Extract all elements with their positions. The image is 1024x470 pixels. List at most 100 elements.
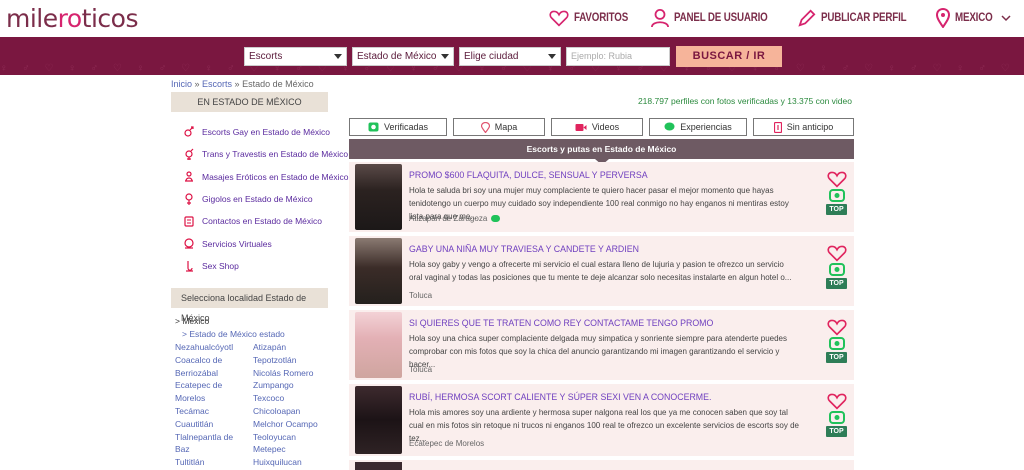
sidebar-link-label: Masajes Eróticos en Estado de México: [202, 171, 349, 182]
sidebar-link-contactos[interactable]: Contactos en Estado de México: [184, 210, 348, 232]
loc-country[interactable]: > Mexico: [175, 315, 333, 328]
money-icon: [773, 121, 782, 133]
category-select[interactable]: Escorts: [244, 47, 347, 66]
heart-icon[interactable]: [827, 170, 847, 188]
locality-link[interactable]: Teoloyucan: [253, 431, 333, 444]
locality-link[interactable]: Morelos: [175, 392, 253, 405]
locality-link[interactable]: Atizapán: [253, 341, 333, 354]
locality-link[interactable]: Texcoco: [253, 392, 333, 405]
locality-link[interactable]: Baz: [175, 443, 253, 456]
ad-title[interactable]: SI QUIERES QUE TE TRATEN COMO REY CONTAC…: [409, 318, 713, 328]
ad-listing[interactable]: [349, 460, 854, 470]
ad-city: Ecatepec de Morelos: [409, 439, 484, 448]
sidebar-link-label: Servicios Virtuales: [202, 238, 272, 249]
sidebar-link-gay[interactable]: Escorts Gay en Estado de México: [184, 121, 348, 143]
filter-experiencias[interactable]: Experiencias: [649, 118, 747, 136]
top-badge: TOP: [826, 278, 847, 289]
ad-photo[interactable]: [355, 386, 402, 454]
ad-photo[interactable]: [355, 164, 402, 230]
pencil-icon: [798, 9, 816, 27]
site-logo[interactable]: mileroticos: [6, 4, 139, 33]
ad-listing[interactable]: GABY UNA NIÑA MUY TRAVIESA Y CANDETE Y A…: [349, 236, 854, 306]
sidebar-link-gigolos[interactable]: Gigolos en Estado de México: [184, 188, 348, 210]
filter-sin-anticipo[interactable]: Sin anticipo: [753, 118, 854, 136]
locality-link[interactable]: Metepec: [253, 443, 333, 456]
heart-icon: [549, 10, 569, 27]
ad-photo[interactable]: [355, 238, 402, 304]
breadcrumb-category[interactable]: Escorts: [202, 79, 232, 89]
user-icon: [651, 8, 670, 28]
camera-verified-icon: [829, 189, 845, 202]
locality-link[interactable]: Cuautitlán: [175, 418, 253, 431]
top-header: mileroticos FAVORITOS PANEL DE USUARIO P…: [0, 0, 1024, 37]
filter-label: Sin anticipo: [786, 122, 834, 132]
list-title: Escorts y putas en Estado de México: [526, 144, 677, 154]
locality-link[interactable]: Berriozábal: [175, 367, 253, 380]
locality-link[interactable]: Coacalco de: [175, 354, 253, 367]
ad-title[interactable]: PROMO $600 FLAQUITA, DULCE, SENSUAL Y PE…: [409, 170, 648, 180]
city-select[interactable]: Elige ciudad: [459, 47, 561, 66]
ad-city-label: Toluca: [409, 365, 433, 374]
ad-photo[interactable]: [355, 462, 402, 470]
filter-videos[interactable]: Videos: [551, 118, 643, 136]
breadcrumb-home[interactable]: Inicio: [171, 79, 192, 89]
locality-link[interactable]: Tlalnepantla de: [175, 431, 253, 444]
ad-description: Hola soy gaby y vengo a ofrecerte mi ser…: [409, 260, 792, 282]
locality-grid: Nezahualcóyotl Atizapán Coacalco de Tepotzo…: [175, 341, 333, 469]
locality-link[interactable]: Ecatepec de: [175, 379, 253, 392]
top-nav: FAVORITOS PANEL DE USUARIO PUBLICAR PERF…: [535, 8, 1016, 28]
city-select-value: Elige ciudad: [464, 51, 519, 62]
contacts-icon: [184, 216, 194, 227]
nav-publicar-perfil-label: PUBLICAR PERFIL: [821, 12, 907, 24]
nav-favoritos[interactable]: FAVORITOS: [549, 9, 638, 27]
locality-link[interactable]: Nicolás Romero: [253, 367, 333, 380]
list-title-bar: Escorts y putas en Estado de México: [349, 139, 854, 165]
search-input[interactable]: Ejemplo: Rubia: [566, 47, 670, 66]
locality-link[interactable]: Huixquilucan: [253, 456, 333, 469]
breadcrumb-sep: »: [232, 79, 243, 89]
ad-listing[interactable]: SI QUIERES QUE TE TRATEN COMO REY CONTAC…: [349, 310, 854, 380]
locality-link[interactable]: Tepotzotlán: [253, 354, 333, 367]
sidebar-link-virtuales[interactable]: Servicios Virtuales: [184, 232, 348, 254]
ad-city-label: Atizapán de Zaragoza: [409, 214, 488, 223]
search-button[interactable]: BUSCAR / IR: [676, 46, 782, 67]
ad-title[interactable]: GABY UNA NIÑA MUY TRAVIESA Y CANDETE Y A…: [409, 244, 639, 254]
ad-listing[interactable]: PROMO $600 FLAQUITA, DULCE, SENSUAL Y PE…: [349, 162, 854, 232]
ad-title[interactable]: RUBÍ, HERMOSA SCORT CALIENTE Y SÚPER SEX…: [409, 392, 711, 402]
ad-city: Toluca: [409, 365, 432, 374]
sidebar-link-label: Gigolos en Estado de México: [202, 194, 313, 205]
sidebar-link-masajes[interactable]: Masajes Eróticos en Estado de México: [184, 166, 348, 188]
nav-country[interactable]: MEXICO: [935, 8, 1016, 28]
nav-publicar-perfil[interactable]: PUBLICAR PERFIL: [798, 9, 922, 27]
locality-link[interactable]: Tecámac: [175, 405, 253, 418]
sidebar-link-trans[interactable]: Trans y Travestis en Estado de México: [184, 143, 348, 165]
top-badge: TOP: [826, 426, 847, 437]
filter-verificadas[interactable]: Verificadas: [349, 118, 447, 136]
breadcrumb-sep: »: [192, 79, 203, 89]
nav-panel-usuario[interactable]: PANEL DE USUARIO: [651, 8, 784, 28]
heart-icon[interactable]: [827, 318, 847, 336]
logo-text-1: mile: [6, 4, 58, 33]
filter-mapa[interactable]: Mapa: [453, 118, 545, 136]
nav-panel-usuario-label: PANEL DE USUARIO: [674, 12, 768, 24]
sidebar-link-label: Contactos en Estado de México: [202, 216, 323, 227]
locality-link[interactable]: Tultitlán: [175, 456, 253, 469]
ad-listing[interactable]: RUBÍ, HERMOSA SCORT CALIENTE Y SÚPER SEX…: [349, 384, 854, 456]
ad-photo[interactable]: [355, 312, 402, 378]
category-select-value: Escorts: [249, 51, 283, 62]
state-select-value: Estado de México: [357, 51, 437, 62]
heart-icon[interactable]: [827, 244, 847, 262]
trans-icon: [185, 149, 194, 161]
ad-city: Toluca: [409, 291, 432, 300]
locality-link[interactable]: Zumpango: [253, 379, 333, 392]
locality-link[interactable]: Nezahualcóyotl: [175, 341, 253, 354]
loc-state[interactable]: > Estado de México estado: [175, 328, 333, 341]
locality-link[interactable]: Chicoloapan: [253, 405, 333, 418]
state-select[interactable]: Estado de México: [352, 47, 454, 66]
nav-country-label: MEXICO: [954, 12, 993, 24]
sexshop-icon: [186, 260, 193, 272]
heart-icon[interactable]: [827, 392, 847, 410]
sidebar-link-sexshop[interactable]: Sex Shop: [184, 255, 348, 277]
location-pin-icon: [935, 8, 950, 28]
locality-link[interactable]: Melchor Ocampo: [253, 418, 333, 431]
